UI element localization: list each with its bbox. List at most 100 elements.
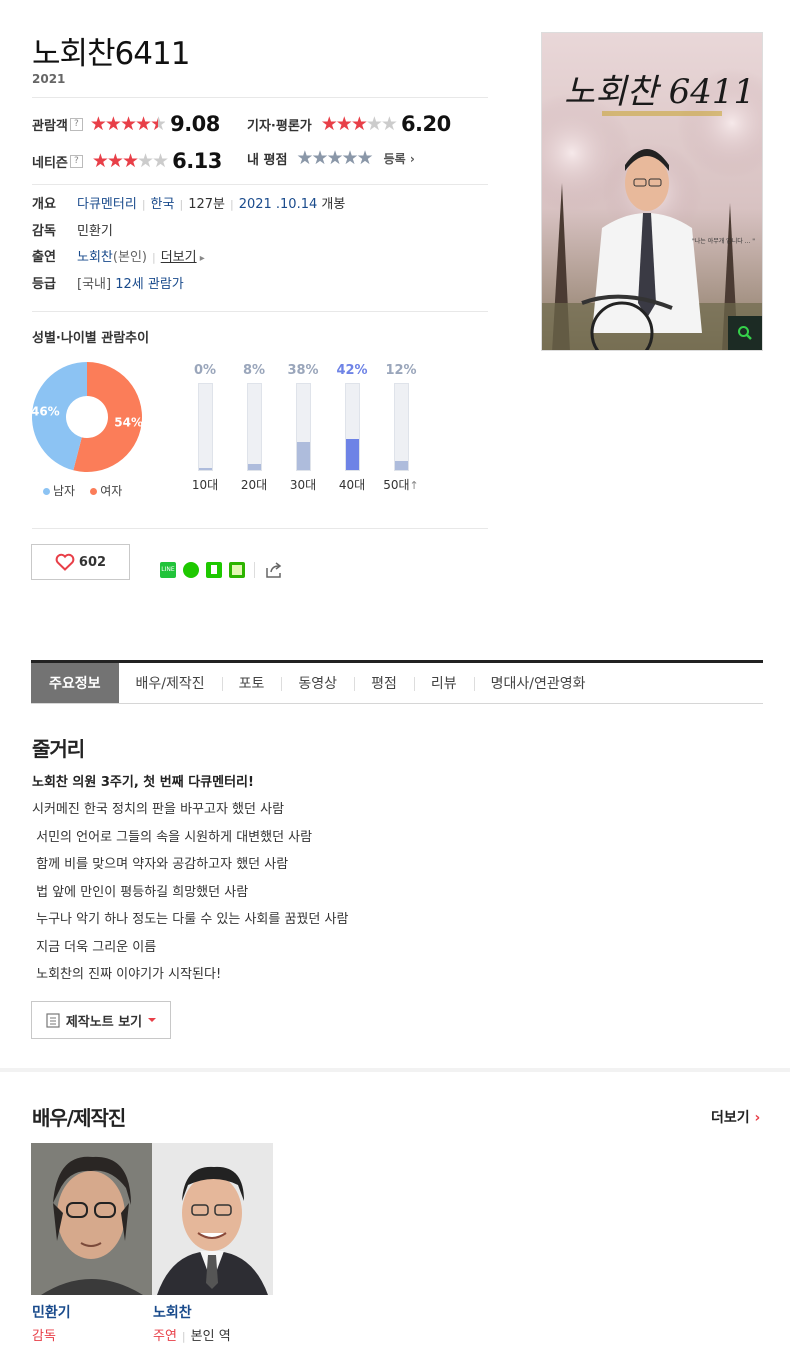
age-bar-label: 40대 [338, 478, 366, 492]
synopsis-line: 노회찬의 진짜 이야기가 시작된다! [32, 967, 222, 982]
tab-main-info[interactable]: 주요정보 [31, 663, 119, 703]
netizen-rating: 네티즌 ? ★★★★★ 6.13 [32, 149, 222, 173]
cast-row: 출연 노회찬(본인) | 더보기 ▸ [32, 250, 205, 265]
tab-bar: 주요정보 배우/제작진 포토 동영상 평점 리뷰 명대사/연관영화 [31, 660, 763, 704]
tab-review[interactable]: 리뷰 [413, 663, 474, 703]
age-bar-value: 0% [193, 363, 217, 378]
synopsis-lead: 노회찬 의원 3주기, 첫 번째 다큐멘터리! [32, 775, 254, 790]
legend-male: 남자 [43, 484, 75, 498]
audience-score: 9.08 [170, 112, 220, 136]
audience-rating-label: 관람객 [32, 118, 68, 134]
gender-legend: 남자 여자 [43, 480, 122, 499]
document-icon [46, 1012, 60, 1028]
director-row: 감독 민환기 [32, 220, 113, 239]
my-rating-stars[interactable]: ★★★★★ [296, 149, 373, 168]
movie-poster[interactable]: 노회찬 6411 "나는 아무개 입니다 ... " [541, 32, 763, 351]
heart-icon [55, 553, 75, 571]
age-bar [296, 441, 310, 470]
help-icon[interactable]: ? [69, 154, 83, 168]
age-bar-value: 8% [242, 363, 266, 378]
divider [32, 184, 488, 185]
svg-text:"나는 아무개 입니다 ... ": "나는 아무개 입니다 ... " [692, 237, 755, 245]
cast-photo[interactable] [152, 1143, 273, 1295]
bookmark-share-icon[interactable] [206, 562, 222, 578]
caret-right-icon: ▸ [196, 253, 205, 264]
director-label: 감독 [32, 224, 56, 239]
age-bar-label: 10대 [191, 478, 219, 492]
caret-down-icon [148, 1018, 157, 1022]
cast-name-link[interactable]: 노회찬 [153, 1302, 192, 1322]
cast-more-link[interactable]: 더보기 › [711, 1107, 760, 1127]
age-bar-group: 12% 50대↑ [381, 363, 421, 493]
production-note-button[interactable]: 제작노트 보기 [31, 1001, 171, 1039]
memo-share-icon[interactable] [229, 562, 245, 578]
grade-link[interactable]: 12세 관람가 [115, 277, 184, 292]
tab-quotes-related[interactable]: 명대사/연관영화 [473, 663, 603, 703]
age-bar-value: 12% [385, 363, 417, 378]
poster-image: 노회찬 6411 "나는 아무개 입니다 ... " [542, 33, 762, 350]
age-bar-value: 42% [336, 363, 368, 378]
line-share-icon[interactable]: LINE [160, 562, 176, 578]
netizen-score: 6.13 [172, 149, 222, 173]
cast-name-link[interactable]: 민환기 [32, 1302, 71, 1322]
age-chart: 0% 10대 8% 20대 38% 30대 42% 40대 12% 50대↑ [185, 363, 445, 498]
help-icon[interactable]: ? [69, 117, 83, 131]
divider [32, 528, 488, 529]
legend-female: 여자 [90, 484, 122, 498]
stats-title: 성별·나이별 관람추이 [32, 331, 150, 346]
country-link[interactable]: 한국 [151, 197, 175, 212]
director-link[interactable]: 민환기 [77, 224, 113, 239]
my-rating: 내 평점 ★★★★★ 등록 › [247, 149, 415, 169]
production-note-label: 제작노트 보기 [65, 1014, 143, 1030]
age-bar-label: 30대 [289, 478, 317, 492]
age-bar-group: 42% 40대 [332, 363, 372, 493]
person-photo [31, 1143, 152, 1295]
share-icon[interactable] [264, 561, 284, 579]
divider [254, 562, 255, 578]
age-bar-group: 0% 10대 [185, 363, 225, 493]
synopsis-line: 법 앞에 만인이 평등하길 희망했던 사람 [32, 885, 249, 900]
netizen-rating-label: 네티즌 [32, 155, 68, 171]
divider [32, 97, 488, 98]
release-date-link[interactable]: 2021 .10.14 [239, 197, 318, 212]
cast-link[interactable]: 노회찬 [77, 250, 113, 265]
cast-role: 감독 [32, 1329, 56, 1344]
audience-rating: 관람객 ? ★★★★★ 9.08 [32, 112, 220, 136]
age-bar [345, 438, 359, 470]
register-rating-link[interactable]: 등록 › [384, 150, 415, 167]
synopsis-heading: 줄거리 [32, 737, 85, 761]
tab-photo[interactable]: 포토 [221, 663, 282, 703]
cast-more-link[interactable]: 더보기 [161, 250, 197, 265]
synopsis-line: 누구나 악기 하나 정도는 다룰 수 있는 사회를 꿈꿨던 사람 [32, 912, 349, 927]
age-bar [394, 461, 408, 470]
tab-video[interactable]: 동영상 [281, 663, 354, 703]
section-divider [0, 1068, 790, 1072]
movie-year: 2021 [32, 72, 66, 86]
zoom-button[interactable] [728, 316, 762, 350]
age-bar-track [197, 383, 213, 471]
age-bar-label: 50대↑ [383, 478, 419, 492]
gender-donut: 54% 46% [31, 362, 143, 472]
tab-cast-crew[interactable]: 배우/제작진 [119, 663, 222, 703]
age-bar-track [295, 383, 311, 471]
genre-link[interactable]: 다큐멘터리 [77, 197, 137, 212]
band-share-icon[interactable] [183, 562, 199, 578]
synopsis-line: 함께 비를 맞으며 약자와 공감하고자 했던 사람 [32, 857, 289, 872]
cast-role: 주연 | 본인 역 [153, 1329, 231, 1344]
age-bar-label: 20대 [240, 478, 268, 492]
tab-rating[interactable]: 평점 [354, 663, 414, 703]
svg-text:노회찬 6411: 노회찬 6411 [564, 72, 755, 112]
age-bar [247, 464, 261, 470]
cast-photo[interactable] [31, 1143, 152, 1295]
arrow-up-icon: ↑ [409, 479, 419, 492]
age-bar-track [393, 383, 409, 471]
my-rating-label: 내 평점 [247, 153, 288, 168]
synopsis-line: 서민의 언어로 그들의 속을 시원하게 대변했던 사람 [32, 830, 313, 845]
cast-label: 출연 [32, 250, 56, 265]
person-photo [152, 1143, 273, 1295]
audience-stars: ★★★★★ [89, 112, 167, 135]
age-bar [198, 468, 212, 470]
like-button[interactable]: 602 [31, 544, 130, 580]
synopsis-line: 지금 더욱 그리운 이름 [32, 940, 157, 955]
critic-rating-label: 기자·평론가 [247, 118, 312, 134]
